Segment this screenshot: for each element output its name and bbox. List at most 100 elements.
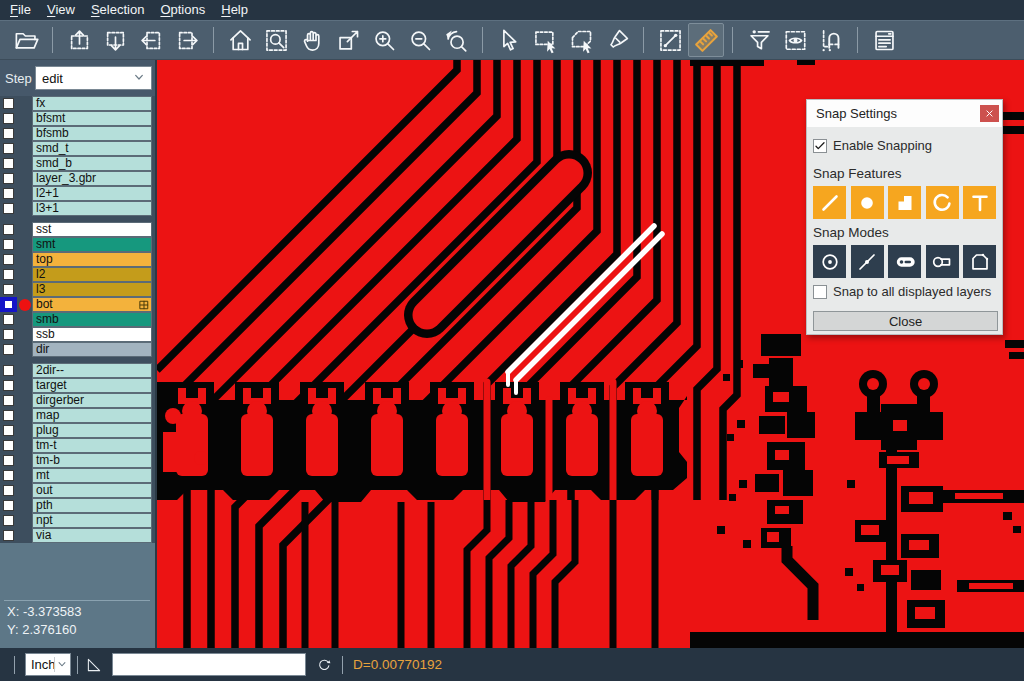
layer-row-plug[interactable]: plug bbox=[0, 423, 155, 438]
select-polygon-button[interactable] bbox=[563, 23, 599, 57]
layer-visibility-checkbox[interactable] bbox=[0, 312, 17, 327]
zoom-window-button[interactable] bbox=[258, 23, 294, 57]
layer-visibility-checkbox[interactable] bbox=[0, 483, 17, 498]
layer-visibility-checkbox[interactable] bbox=[0, 498, 17, 513]
mode-slot-outline-button[interactable] bbox=[926, 245, 959, 278]
layer-row-l3[interactable]: l3 bbox=[0, 282, 155, 297]
highlight-eye-button[interactable] bbox=[777, 23, 813, 57]
layer-row-smt[interactable]: smt bbox=[0, 237, 155, 252]
snap-magnet-button[interactable] bbox=[813, 23, 849, 57]
pan-down-button[interactable] bbox=[97, 23, 133, 57]
layer-visibility-checkbox[interactable] bbox=[0, 156, 17, 171]
menu-file[interactable]: File bbox=[2, 0, 39, 20]
snap-text-button[interactable] bbox=[963, 186, 996, 219]
layer-visibility-checkbox[interactable] bbox=[0, 423, 17, 438]
layer-row-bfsmb[interactable]: bfsmb bbox=[0, 126, 155, 141]
layer-row-mt[interactable]: mt bbox=[0, 468, 155, 483]
report-button[interactable] bbox=[866, 23, 902, 57]
mode-corner-button[interactable] bbox=[963, 245, 996, 278]
layer-visibility-checkbox[interactable] bbox=[0, 252, 17, 267]
layer-visibility-checkbox[interactable] bbox=[0, 126, 17, 141]
enable-snapping-checkbox[interactable] bbox=[813, 139, 827, 153]
snap-polygon-button[interactable] bbox=[888, 186, 921, 219]
layer-row-smb[interactable]: smb bbox=[0, 312, 155, 327]
filter-button[interactable] bbox=[741, 23, 777, 57]
layer-row-fx[interactable]: fx bbox=[0, 96, 155, 111]
snap-pad-button[interactable] bbox=[851, 186, 884, 219]
angle-mode-icon[interactable] bbox=[84, 655, 104, 675]
unit-dropdown[interactable]: Inch bbox=[25, 653, 71, 676]
layer-row-layer_3.gbr[interactable]: layer_3.gbr bbox=[0, 171, 155, 186]
pan-up-button[interactable] bbox=[61, 23, 97, 57]
snap-line-button[interactable] bbox=[813, 186, 846, 219]
layer-visibility-checkbox[interactable] bbox=[0, 297, 17, 312]
layer-visibility-checkbox[interactable] bbox=[0, 453, 17, 468]
zoom-in-button[interactable] bbox=[366, 23, 402, 57]
layer-row-tm-t[interactable]: tm-t bbox=[0, 438, 155, 453]
close-button[interactable]: Close bbox=[813, 311, 998, 331]
layer-row-pth[interactable]: pth bbox=[0, 498, 155, 513]
layer-visibility-checkbox[interactable] bbox=[0, 222, 17, 237]
zoom-out-button[interactable] bbox=[402, 23, 438, 57]
measure-ruler-button[interactable] bbox=[688, 23, 724, 57]
layer-row-ssb[interactable]: ssb bbox=[0, 327, 155, 342]
layer-visibility-checkbox[interactable] bbox=[0, 393, 17, 408]
layer-row-dir[interactable]: dir bbox=[0, 342, 155, 357]
layer-visibility-checkbox[interactable] bbox=[0, 186, 17, 201]
measure-line-button[interactable] bbox=[652, 23, 688, 57]
sync-icon[interactable] bbox=[314, 655, 334, 675]
mode-center-button[interactable] bbox=[813, 245, 846, 278]
menu-view[interactable]: View bbox=[39, 0, 83, 20]
layer-row-dirgerber[interactable]: dirgerber bbox=[0, 393, 155, 408]
layer-row-via[interactable]: via bbox=[0, 528, 155, 543]
zoom-selection-button[interactable] bbox=[330, 23, 366, 57]
menu-options[interactable]: Options bbox=[152, 0, 213, 20]
dialog-title-bar[interactable]: Snap Settings bbox=[807, 100, 1002, 127]
mode-slot-filled-button[interactable] bbox=[888, 245, 921, 278]
mode-midpoint-button[interactable] bbox=[851, 245, 884, 278]
layer-visibility-checkbox[interactable] bbox=[0, 171, 17, 186]
layer-visibility-checkbox[interactable] bbox=[0, 237, 17, 252]
layer-visibility-checkbox[interactable] bbox=[0, 468, 17, 483]
layer-row-sst[interactable]: sst bbox=[0, 222, 155, 237]
layer-visibility-checkbox[interactable] bbox=[0, 513, 17, 528]
layer-row-l2+1[interactable]: l2+1 bbox=[0, 186, 155, 201]
layer-visibility-checkbox[interactable] bbox=[0, 201, 17, 216]
pan-right-button[interactable] bbox=[169, 23, 205, 57]
layer-visibility-checkbox[interactable] bbox=[0, 282, 17, 297]
layer-row-l2[interactable]: l2 bbox=[0, 267, 155, 282]
layer-row-map[interactable]: map bbox=[0, 408, 155, 423]
layer-visibility-checkbox[interactable] bbox=[0, 327, 17, 342]
snap-arc-button[interactable] bbox=[926, 186, 959, 219]
all-layers-checkbox[interactable] bbox=[813, 285, 827, 299]
layer-visibility-checkbox[interactable] bbox=[0, 378, 17, 393]
pan-hand-button[interactable] bbox=[294, 23, 330, 57]
layer-row-npt[interactable]: npt bbox=[0, 513, 155, 528]
layer-row-smd_t[interactable]: smd_t bbox=[0, 141, 155, 156]
menu-help[interactable]: Help bbox=[213, 0, 256, 20]
layer-row-target[interactable]: target bbox=[0, 378, 155, 393]
menu-selection[interactable]: Selection bbox=[83, 0, 152, 20]
layer-visibility-checkbox[interactable] bbox=[0, 528, 17, 543]
layer-row-bfsmt[interactable]: bfsmt bbox=[0, 111, 155, 126]
layer-visibility-checkbox[interactable] bbox=[0, 363, 17, 378]
select-cursor-button[interactable] bbox=[491, 23, 527, 57]
layer-row-2dir--[interactable]: 2dir-- bbox=[0, 363, 155, 378]
layer-row-bot[interactable]: bot bbox=[0, 297, 155, 312]
layer-visibility-checkbox[interactable] bbox=[0, 141, 17, 156]
layer-row-l3+1[interactable]: l3+1 bbox=[0, 201, 155, 216]
clear-selection-button[interactable] bbox=[599, 23, 635, 57]
layer-row-top[interactable]: top bbox=[0, 252, 155, 267]
open-folder-button[interactable] bbox=[8, 23, 44, 57]
dialog-close-button[interactable] bbox=[980, 105, 999, 122]
step-dropdown[interactable]: edit bbox=[35, 66, 152, 90]
layer-visibility-checkbox[interactable] bbox=[0, 96, 17, 111]
select-window-button[interactable] bbox=[527, 23, 563, 57]
command-input[interactable] bbox=[112, 653, 306, 676]
layer-visibility-checkbox[interactable] bbox=[0, 267, 17, 282]
pan-left-button[interactable] bbox=[133, 23, 169, 57]
layer-row-out[interactable]: out bbox=[0, 483, 155, 498]
layer-visibility-checkbox[interactable] bbox=[0, 111, 17, 126]
zoom-home-button[interactable] bbox=[222, 23, 258, 57]
zoom-previous-button[interactable] bbox=[438, 23, 474, 57]
